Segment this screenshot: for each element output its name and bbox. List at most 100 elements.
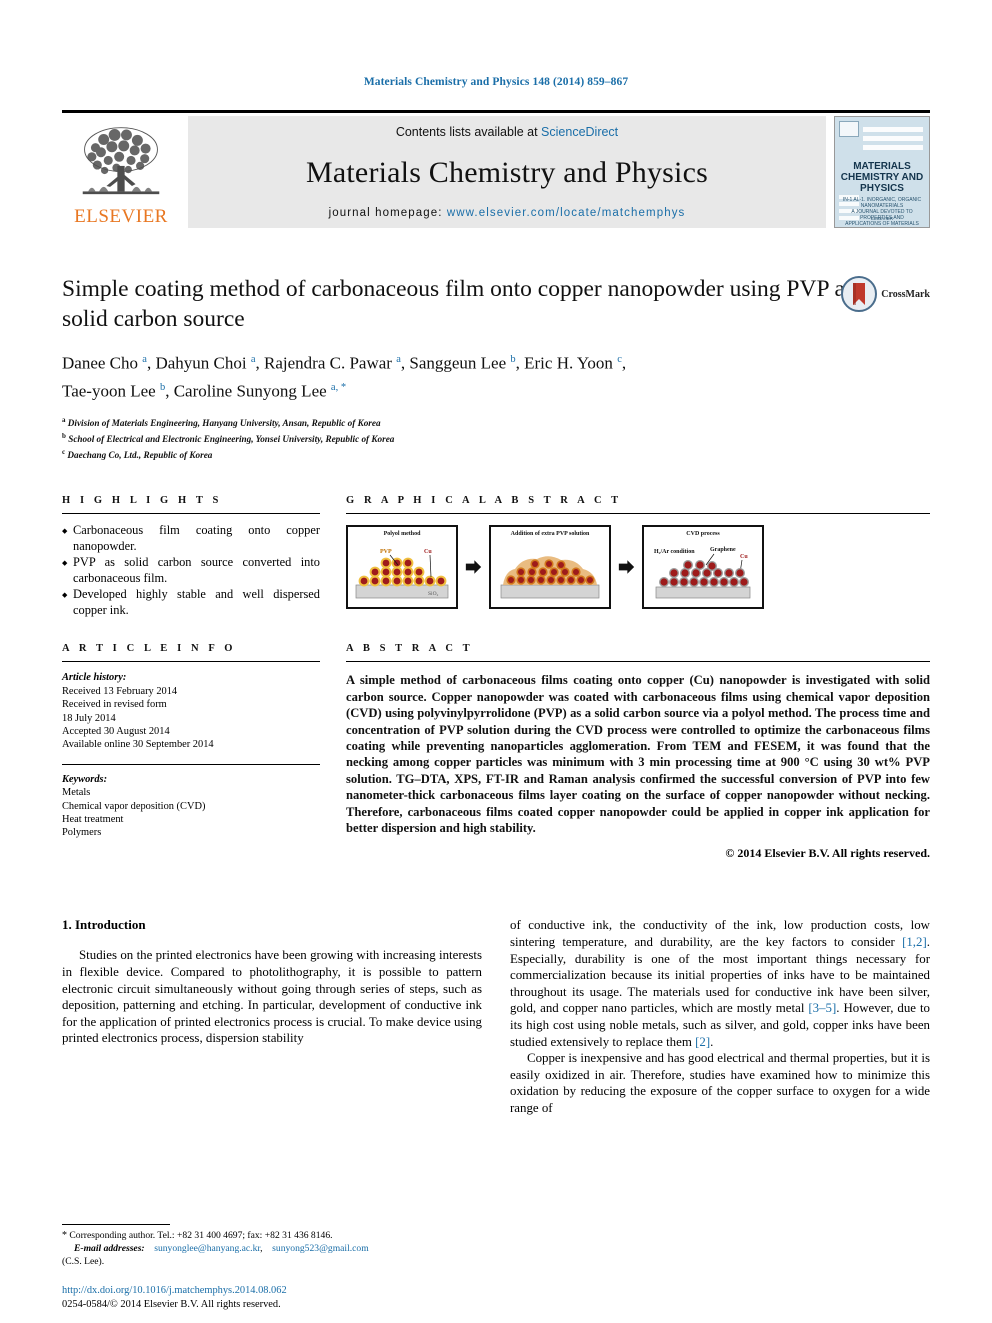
banner-top-rule: [62, 110, 930, 113]
email-suffix: (C.S. Lee).: [62, 1256, 105, 1267]
authors-line-1: Danee Cho a, Dahyun Choi a, Rajendra C. …: [62, 353, 627, 373]
cover-subtitle: IN-1 AL-1. INORGANIC, ORGANIC NANOMATERI…: [842, 197, 922, 227]
abstract-heading: A B S T R A C T: [346, 643, 474, 655]
cover-footer: ELSEVIER: [870, 216, 893, 221]
body-column-right: of conductive ink, the conductivity of t…: [510, 917, 930, 1116]
abstract-text: A simple method of carbonaceous films co…: [346, 673, 930, 835]
authors-list: Danee Cho a, Dahyun Choi a, Rajendra C. …: [62, 348, 852, 403]
list-item: Developed highly stable and well dispers…: [62, 587, 320, 618]
keyword-item: Chemical vapor deposition (CVD): [62, 800, 206, 812]
paper-page: Materials Chemistry and Physics 148 (201…: [0, 0, 992, 1323]
graphical-abstract-figure: Polyol method SiO₂ PVP Cu Addition of ex…: [346, 525, 930, 610]
elsevier-wordmark: ELSEVIER: [74, 206, 168, 227]
body-columns: 1. Introduction Studies on the printed e…: [62, 917, 930, 1116]
article-history-label: Article history:: [62, 672, 127, 684]
elsevier-logo: ELSEVIER: [62, 116, 180, 228]
svg-text:Cu: Cu: [740, 554, 748, 560]
article-info-heading: A R T I C L E I N F O: [62, 643, 237, 655]
article-info-rule: [62, 661, 320, 663]
svg-text:H₂/Ar condition: H₂/Ar condition: [654, 549, 695, 555]
keywords-label: Keywords:: [62, 773, 108, 785]
list-item: PVP as solid carbon source converted int…: [62, 555, 320, 586]
section-title-introduction: 1. Introduction: [62, 917, 146, 933]
highlights-heading: H I G H L I G H T S: [62, 495, 222, 507]
footnote-block: * Corresponding author. Tel.: +82 31 400…: [62, 1224, 482, 1268]
keyword-item: Heat treatment: [62, 813, 124, 825]
history-online: Available online 30 September 2014: [62, 739, 214, 751]
contents-prefix: Contents lists available at: [395, 125, 542, 139]
sciencedirect-link[interactable]: ScienceDirect: [541, 125, 618, 139]
keyword-item: Metals: [62, 787, 91, 799]
crossmark-icon: [841, 276, 878, 312]
intro-paragraph-left: Studies on the printed electronics have …: [62, 948, 482, 1046]
abstract-rule: [346, 661, 930, 663]
arrow-right-icon-2: [618, 560, 635, 575]
history-received: Received 13 February 2014: [62, 685, 178, 697]
ga-panel-pvp-addition: Addition of extra PVP solution: [489, 525, 611, 610]
email-link-secondary[interactable]: sunyong523@gmail.com: [272, 1243, 369, 1254]
keywords-block: Keywords: Metals Chemical vapor depositi…: [62, 773, 320, 840]
graphical-abstract-column: G R A P H I C A L A B S T R A C T Polyol…: [346, 495, 930, 619]
highlights-column: H I G H L I G H T S Carbonaceous film co…: [62, 495, 320, 619]
arrow-right-icon-1: [465, 560, 482, 575]
svg-text:Graphene: Graphene: [710, 547, 736, 553]
doi-block: http://dx.doi.org/10.1016/j.matchemphys.…: [62, 1284, 287, 1311]
footnote-text: * Corresponding author. Tel.: +82 31 400…: [62, 1230, 369, 1267]
cover-publisher-mark: [839, 121, 859, 137]
abstract-copyright: © 2014 Elsevier B.V. All rights reserved…: [725, 846, 930, 861]
journal-title: Materials Chemistry and Physics: [306, 156, 708, 189]
info-abstract-band: A R T I C L E I N F O Article history: R…: [62, 643, 930, 861]
citation-ref-3[interactable]: [2]: [695, 1035, 710, 1049]
homepage-url-link[interactable]: www.elsevier.com/locate/matchemphys: [447, 207, 686, 219]
history-accepted: Accepted 30 August 2014: [62, 725, 170, 737]
article-history: Article history: Received 13 February 20…: [62, 671, 320, 751]
journal-cover-thumbnail: MATERIALS CHEMISTRY AND PHYSICS IN-1 AL-…: [834, 116, 930, 228]
affiliation-b: b School of Electrical and Electronic En…: [62, 431, 395, 445]
highlights-rule: [62, 513, 320, 515]
ga-panel-2-diagram: [500, 556, 600, 599]
homepage-line: journal homepage: www.elsevier.com/locat…: [329, 207, 686, 219]
journal-banner: ELSEVIER Contents lists available at Sci…: [62, 116, 930, 228]
highlights-graphical-band: H I G H L I G H T S Carbonaceous film co…: [62, 495, 930, 619]
cover-decor-bars-top: [863, 127, 923, 154]
ga-panel-1-diagram: SiO₂ PVP Cu: [355, 549, 449, 599]
citation-ref-2[interactable]: [3–5]: [808, 1001, 836, 1015]
article-title: Simple coating method of carbonaceous fi…: [62, 276, 855, 332]
svg-text:Cu: Cu: [424, 549, 432, 555]
doi-link[interactable]: http://dx.doi.org/10.1016/j.matchemphys.…: [62, 1284, 287, 1297]
affiliation-c: c Daechang Co, Ltd., Republic of Korea: [62, 447, 213, 460]
highlights-list: Carbonaceous film coating onto copper na…: [62, 523, 320, 618]
authors-line-2: Tae-yoon Lee b, Caroline Sunyong Lee a, …: [62, 381, 347, 401]
history-revised-date: 18 July 2014: [62, 712, 116, 724]
history-revised-form: Received in revised form: [62, 699, 167, 711]
ga-panel-polyol: Polyol method SiO₂ PVP Cu: [346, 525, 458, 610]
crossmark-badge[interactable]: CrossMark: [841, 276, 930, 312]
homepage-prefix: journal homepage:: [328, 207, 447, 219]
abstract-column: A B S T R A C T A simple method of carbo…: [346, 643, 930, 861]
running-head: Materials Chemistry and Physics 148 (201…: [363, 76, 629, 88]
cover-title: MATERIALS CHEMISTRY AND PHYSICS: [840, 161, 924, 194]
crossmark-label: CrossMark: [881, 288, 930, 300]
graphical-abstract-heading: G R A P H I C A L A B S T R A C T: [346, 495, 622, 507]
ga-panel-3-diagram: H₂/Ar condition Graphene Cu: [654, 547, 751, 599]
keywords-rule: [62, 763, 320, 765]
banner-center: Contents lists available at ScienceDirec…: [188, 116, 826, 228]
contents-line: Contents lists available at ScienceDirec…: [396, 125, 618, 139]
intro-paragraph-right-2: Copper is inexpensive and has good elect…: [510, 1051, 930, 1115]
citation-ref-1[interactable]: [1,2]: [902, 935, 927, 949]
body-column-left: 1. Introduction Studies on the printed e…: [62, 917, 482, 1116]
ga-panel-cvd: CVD process H₂/Ar condition Graphene Cu: [642, 525, 764, 610]
corresponding-author-note: Corresponding author. Tel.: +82 31 400 4…: [67, 1230, 333, 1241]
intro-paragraph-right-1: of conductive ink, the conductivity of t…: [510, 918, 930, 1049]
list-item: Carbonaceous film coating onto copper na…: [62, 523, 320, 554]
article-info-column: A R T I C L E I N F O Article history: R…: [62, 643, 320, 861]
affiliations-list: a Division of Materials Engineering, Han…: [62, 414, 930, 461]
title-block: Simple coating method of carbonaceous fi…: [62, 274, 930, 461]
svg-text:PVP: PVP: [380, 549, 392, 555]
elsevier-tree-icon: [82, 127, 160, 195]
issn-copyright-line: 0254-0584/© 2014 Elsevier B.V. All right…: [62, 1298, 281, 1310]
email-label: E-mail addresses:: [74, 1243, 145, 1254]
keyword-item: Polymers: [62, 827, 102, 839]
affiliation-a: a Division of Materials Engineering, Han…: [62, 416, 381, 429]
email-link-primary[interactable]: sunyonglee@hanyang.ac.kr: [154, 1243, 260, 1254]
